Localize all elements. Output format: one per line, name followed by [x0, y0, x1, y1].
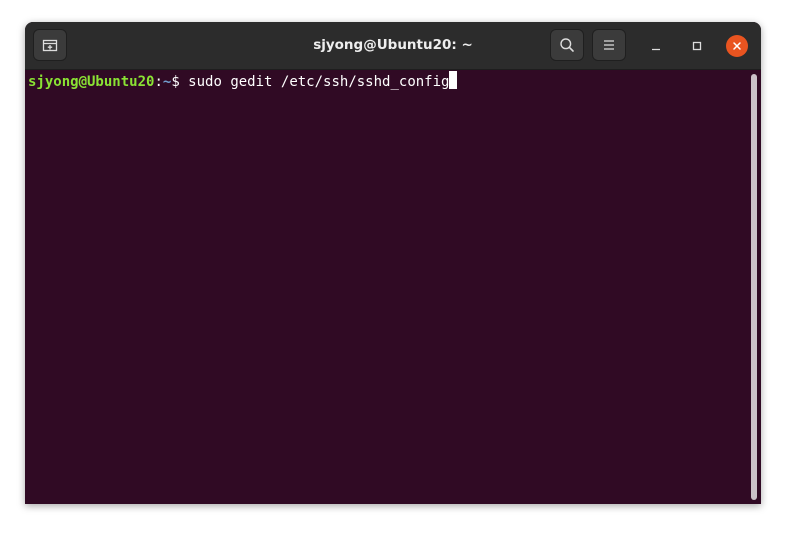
prompt-dollar: $	[171, 74, 189, 90]
prompt-colon: :	[154, 74, 163, 90]
new-tab-button[interactable]	[33, 29, 67, 61]
maximize-button[interactable]	[686, 35, 708, 57]
prompt-user-host: sjyong@Ubuntu20	[28, 74, 155, 90]
text-cursor	[449, 71, 458, 89]
search-button[interactable]	[550, 29, 584, 61]
minimize-button[interactable]	[645, 35, 667, 57]
terminal-window: sjyong@Ubuntu20: ~ sjyong@Ubuntu20:~$ su…	[25, 22, 761, 504]
menu-button[interactable]	[592, 29, 626, 61]
vertical-scrollbar[interactable]	[751, 74, 757, 500]
hamburger-menu-icon	[604, 40, 614, 50]
minimize-icon	[652, 48, 660, 51]
command-line: sjyong@Ubuntu20:~$ sudo gedit /etc/ssh/s…	[28, 71, 458, 92]
close-button[interactable]	[726, 35, 748, 57]
close-icon	[733, 42, 741, 50]
search-icon	[560, 38, 574, 52]
maximize-icon	[692, 41, 702, 51]
header-bar: sjyong@Ubuntu20: ~	[25, 22, 761, 70]
terminal-area[interactable]: sjyong@Ubuntu20:~$ sudo gedit /etc/ssh/s…	[25, 70, 761, 504]
command-text: sudo gedit /etc/ssh/sshd_config	[188, 74, 450, 90]
new-tab-icon	[42, 39, 58, 52]
